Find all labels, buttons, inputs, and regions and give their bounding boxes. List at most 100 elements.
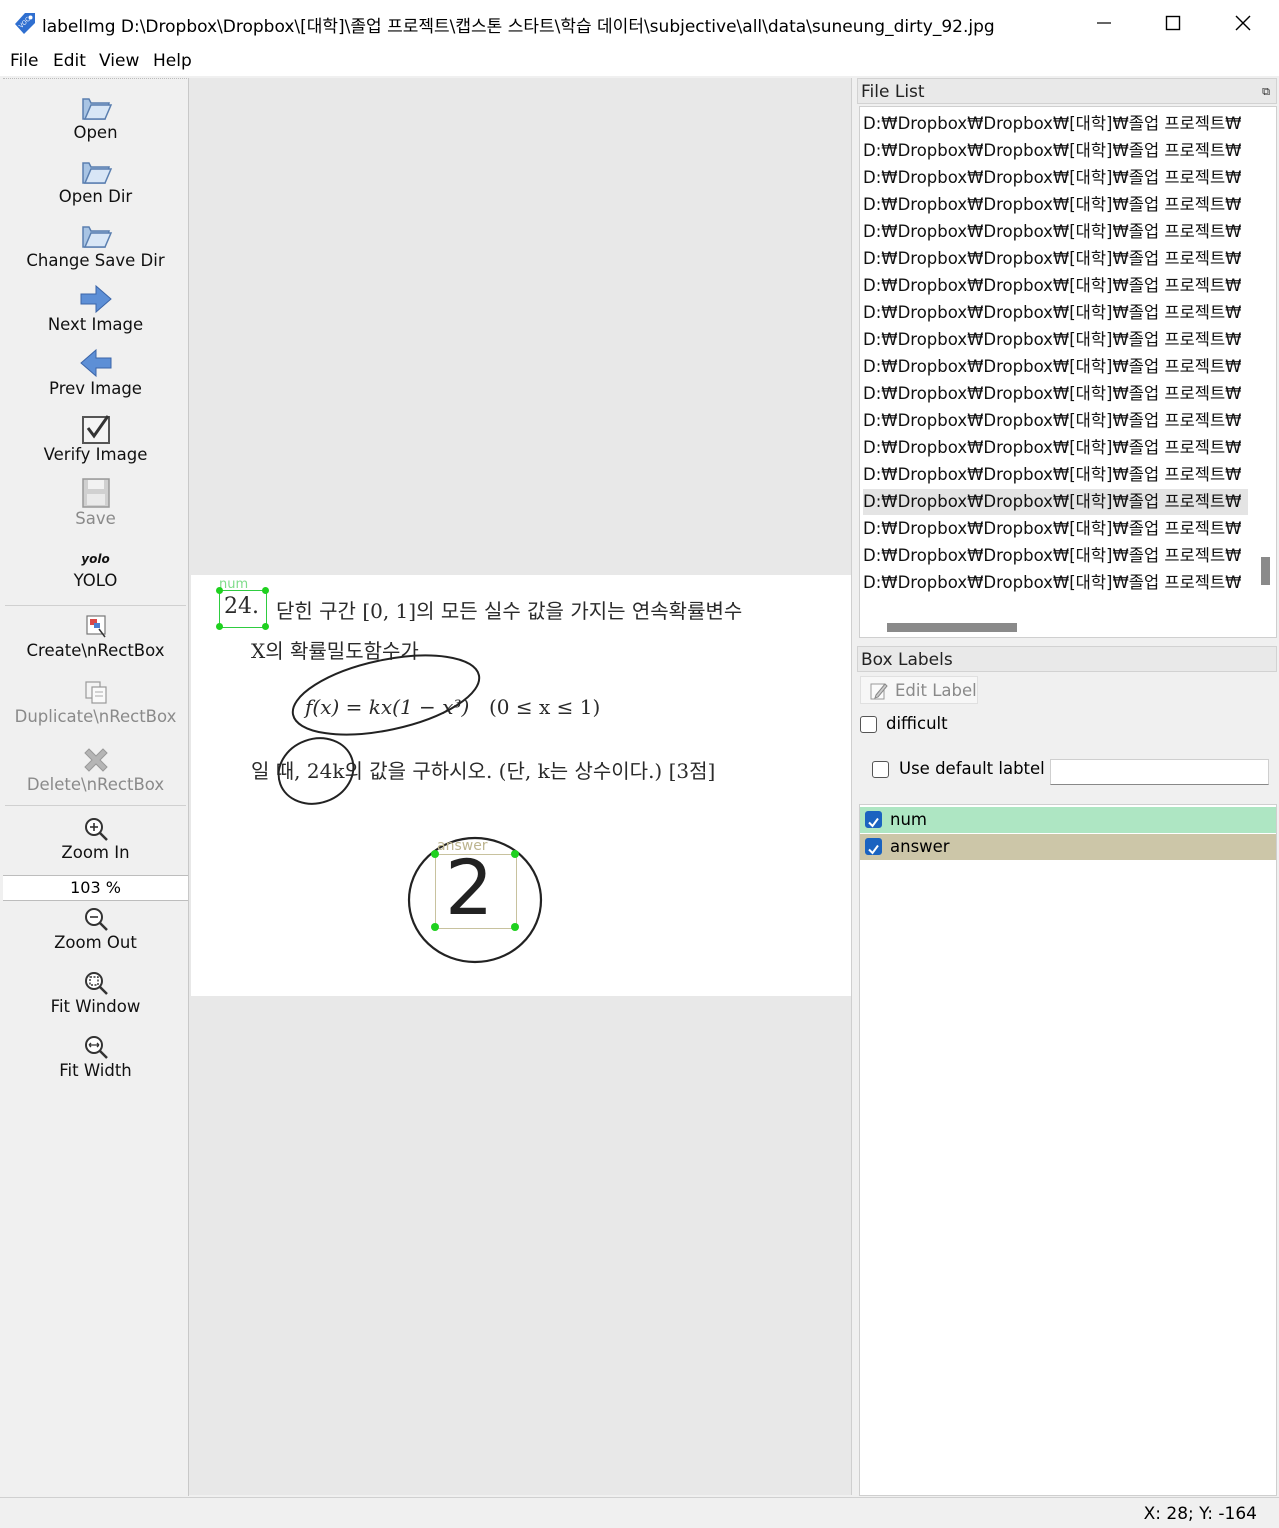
checkbox-check-icon bbox=[81, 415, 110, 444]
arrow-left-icon bbox=[79, 348, 111, 378]
title-bar: VOC labelImg D:\Dropbox\Dropbox\[대학]\졸업 … bbox=[0, 0, 1279, 46]
box-vertex-handle[interactable] bbox=[431, 850, 439, 858]
difficult-label: difficult bbox=[886, 714, 948, 733]
next-image-button[interactable]: Next Image bbox=[3, 283, 188, 334]
file-list-item[interactable]: D:₩Dropbox₩Dropbox₩[대학]₩졸업 프로젝트₩ bbox=[863, 111, 1248, 137]
file-list-item[interactable]: D:₩Dropbox₩Dropbox₩[대학]₩졸업 프로젝트₩ bbox=[863, 273, 1248, 299]
undock-icon[interactable]: ⧉ bbox=[1262, 79, 1270, 105]
file-list-item[interactable]: D:₩Dropbox₩Dropbox₩[대학]₩졸업 프로젝트₩ bbox=[863, 381, 1248, 407]
file-list-item[interactable]: D:₩Dropbox₩Dropbox₩[대학]₩졸업 프로젝트₩ bbox=[863, 462, 1248, 488]
box-vertex-handle[interactable] bbox=[511, 923, 519, 931]
maximize-button[interactable] bbox=[1138, 0, 1208, 46]
file-list-item[interactable]: D:₩Dropbox₩Dropbox₩[대학]₩졸업 프로젝트₩ bbox=[863, 246, 1248, 272]
save-button[interactable]: Save bbox=[3, 477, 188, 528]
open-dir-button[interactable]: Open Dir bbox=[3, 155, 188, 206]
zoom-in-label: Zoom In bbox=[61, 843, 130, 862]
menu-view[interactable]: View bbox=[99, 51, 139, 71]
open-button[interactable]: Open bbox=[3, 91, 188, 142]
fit-width-icon bbox=[84, 1036, 108, 1059]
file-list-title: File List ⧉ bbox=[857, 78, 1277, 104]
label-visible-checkbox[interactable] bbox=[865, 838, 882, 855]
fit-window-button[interactable]: Fit Window bbox=[3, 969, 188, 1016]
fit-width-label: Fit Width bbox=[59, 1061, 132, 1080]
create-rectbox-button[interactable]: Create\nRectBox bbox=[3, 613, 188, 660]
toolbar-separator bbox=[5, 805, 186, 806]
menu-help[interactable]: Help bbox=[153, 51, 192, 71]
box-vertex-handle[interactable] bbox=[511, 850, 519, 858]
delete-x-icon bbox=[83, 748, 108, 772]
label-list-item-num[interactable]: num bbox=[860, 807, 1276, 833]
file-list-item[interactable]: D:₩Dropbox₩Dropbox₩[대학]₩졸업 프로젝트₩ bbox=[863, 408, 1248, 434]
labelimg-tag-icon: VOC bbox=[15, 13, 35, 34]
horizontal-scrollbar-thumb[interactable] bbox=[887, 623, 1017, 632]
box-labels-panel: Box Labels Edit Label difficult Use defa… bbox=[857, 646, 1277, 1496]
file-list-item[interactable]: D:₩Dropbox₩Dropbox₩[대학]₩졸업 프로젝트₩ bbox=[863, 435, 1248, 461]
floppy-disk-icon bbox=[81, 478, 110, 508]
create-rectbox-label: Create\nRectBox bbox=[26, 641, 165, 660]
use-default-label-text: Use default labtel bbox=[899, 759, 1045, 778]
file-list-item[interactable]: D:₩Dropbox₩Dropbox₩[대학]₩졸업 프로젝트₩ bbox=[863, 354, 1248, 380]
next-image-label: Next Image bbox=[47, 315, 144, 334]
file-list-item-selected[interactable]: D:₩Dropbox₩Dropbox₩[대학]₩졸업 프로젝트₩ bbox=[863, 489, 1248, 515]
yolo-button[interactable]: yolo YOLO bbox=[3, 549, 188, 590]
change-save-dir-label: Change Save Dir bbox=[26, 251, 165, 270]
zoom-out-icon bbox=[84, 908, 108, 931]
change-save-dir-button[interactable]: Change Save Dir bbox=[3, 219, 188, 270]
yolo-icon: yolo bbox=[81, 552, 110, 566]
yolo-label: YOLO bbox=[73, 571, 118, 590]
open-label: Open bbox=[73, 123, 118, 142]
box-vertex-handle[interactable] bbox=[431, 923, 439, 931]
label-list-item-answer[interactable]: answer bbox=[860, 834, 1276, 860]
image-canvas[interactable]: num 24. 닫힌 구간 [0, 1]의 모든 실수 값을 가지는 연속확률변… bbox=[189, 78, 852, 1495]
menu-edit[interactable]: Edit bbox=[53, 51, 86, 71]
close-icon bbox=[1235, 15, 1251, 31]
folder-open-icon bbox=[81, 162, 112, 184]
use-default-label-checkbox[interactable] bbox=[872, 761, 889, 778]
check-icon bbox=[868, 844, 879, 855]
file-list-title-text: File List bbox=[861, 82, 925, 102]
default-label-input[interactable] bbox=[1050, 759, 1269, 785]
toolbar: Open Open Dir Change Save Dir Next Image… bbox=[3, 78, 189, 1496]
file-list-panel: File List ⧉ D:₩Dropbox₩Dropbox₩[대학]₩졸업 프… bbox=[857, 78, 1277, 638]
file-list-item[interactable]: D:₩Dropbox₩Dropbox₩[대학]₩졸업 프로젝트₩ bbox=[863, 570, 1248, 596]
label-list[interactable]: num answer bbox=[859, 804, 1277, 1496]
fit-width-button[interactable]: Fit Width bbox=[3, 1033, 188, 1080]
file-list-item[interactable]: D:₩Dropbox₩Dropbox₩[대학]₩졸업 프로젝트₩ bbox=[863, 138, 1248, 164]
file-list-item[interactable]: D:₩Dropbox₩Dropbox₩[대학]₩졸업 프로젝트₩ bbox=[863, 300, 1248, 326]
label-visible-checkbox[interactable] bbox=[865, 811, 882, 828]
menu-bar: File Edit View Help bbox=[0, 46, 1279, 76]
horizontal-scrollbar[interactable] bbox=[860, 613, 1252, 637]
edit-label-button[interactable]: Edit Label bbox=[860, 676, 978, 704]
file-list-item[interactable]: D:₩Dropbox₩Dropbox₩[대학]₩졸업 프로젝트₩ bbox=[863, 327, 1248, 353]
zoom-in-button[interactable]: Zoom In bbox=[3, 815, 188, 862]
box-labels-title: Box Labels bbox=[857, 646, 1277, 672]
close-button[interactable] bbox=[1208, 0, 1278, 46]
folder-open-icon bbox=[81, 98, 112, 120]
difficult-checkbox[interactable] bbox=[860, 716, 877, 733]
file-list-item[interactable]: D:₩Dropbox₩Dropbox₩[대학]₩졸업 프로젝트₩ bbox=[863, 165, 1248, 191]
file-list-item[interactable]: D:₩Dropbox₩Dropbox₩[대학]₩졸업 프로젝트₩ bbox=[863, 516, 1248, 542]
file-list-item[interactable]: D:₩Dropbox₩Dropbox₩[대학]₩졸업 프로젝트₩ bbox=[863, 192, 1248, 218]
zoom-out-button[interactable]: Zoom Out bbox=[3, 905, 188, 952]
minimize-button[interactable] bbox=[1069, 0, 1139, 46]
document-image: num 24. 닫힌 구간 [0, 1]의 모든 실수 값을 가지는 연속확률변… bbox=[191, 575, 851, 996]
duplicate-rectbox-button[interactable]: Duplicate\nRectBox bbox=[3, 679, 188, 726]
delete-rectbox-button[interactable]: Delete\nRectBox bbox=[3, 745, 188, 794]
create-rectbox-icon bbox=[85, 615, 106, 638]
edit-label-text: Edit Label bbox=[895, 681, 977, 700]
save-label: Save bbox=[75, 509, 116, 528]
prev-image-button[interactable]: Prev Image bbox=[3, 347, 188, 398]
zoom-level-spinbox[interactable]: 103 % bbox=[3, 875, 188, 901]
file-list-item[interactable]: D:₩Dropbox₩Dropbox₩[대학]₩졸업 프로젝트₩ bbox=[863, 543, 1248, 569]
fit-window-label: Fit Window bbox=[50, 997, 141, 1016]
vertical-scrollbar-thumb[interactable] bbox=[1261, 557, 1270, 585]
open-dir-label: Open Dir bbox=[58, 187, 133, 206]
maximize-icon bbox=[1165, 15, 1181, 31]
status-bar: X: 28; Y: -164 bbox=[0, 1497, 1279, 1528]
file-list-item[interactable]: D:₩Dropbox₩Dropbox₩[대학]₩졸업 프로젝트₩ bbox=[863, 219, 1248, 245]
file-list[interactable]: D:₩Dropbox₩Dropbox₩[대학]₩졸업 프로젝트₩ D:₩Drop… bbox=[859, 106, 1277, 638]
label-item-text: num bbox=[890, 810, 927, 829]
delete-rectbox-label: Delete\nRectBox bbox=[26, 775, 165, 794]
verify-image-button[interactable]: Verify Image bbox=[3, 413, 188, 464]
menu-file[interactable]: File bbox=[10, 51, 38, 71]
